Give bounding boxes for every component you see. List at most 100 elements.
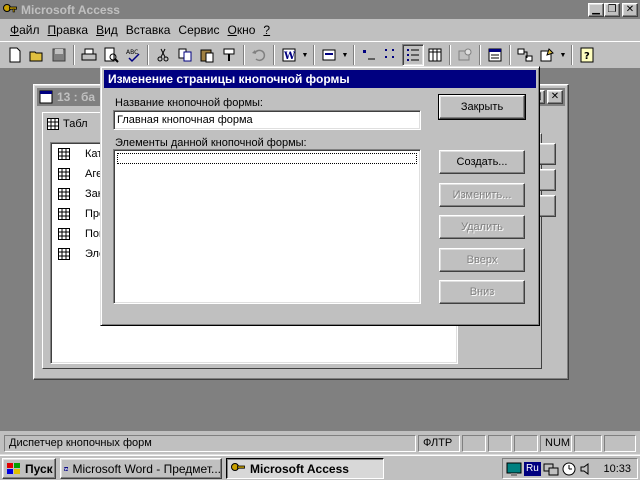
list-item[interactable]: Зак bbox=[58, 186, 103, 202]
table-icon bbox=[47, 117, 59, 130]
edit-button[interactable]: Изменить... bbox=[439, 183, 525, 207]
print-icon[interactable] bbox=[78, 44, 100, 66]
switchboard-name-input[interactable] bbox=[113, 110, 421, 130]
save-icon[interactable] bbox=[48, 44, 70, 66]
menu-insert[interactable]: Вставка bbox=[122, 23, 175, 37]
tray-volume-icon[interactable] bbox=[579, 461, 595, 477]
task-word[interactable]: W Microsoft Word - Предмет... bbox=[60, 458, 222, 479]
paste-icon[interactable] bbox=[196, 44, 218, 66]
status-bar: Диспетчер кнопочных форм ФЛТР NUM bbox=[0, 431, 640, 454]
table-icon bbox=[58, 168, 70, 180]
clock[interactable]: 10:33 bbox=[603, 463, 631, 475]
office-links-icon[interactable]: W bbox=[278, 44, 300, 66]
status-message: Диспетчер кнопочных форм bbox=[4, 435, 416, 452]
status-pane-empty-4 bbox=[574, 435, 602, 452]
svg-text:W: W bbox=[283, 51, 296, 62]
task-access[interactable]: Microsoft Access bbox=[226, 458, 384, 479]
menu-edit[interactable]: Правка bbox=[44, 23, 93, 37]
close-button[interactable]: Закрыть bbox=[438, 94, 526, 120]
svg-text:ABC: ABC bbox=[126, 49, 138, 56]
table-icon bbox=[58, 248, 70, 260]
delete-button[interactable]: Удалить bbox=[439, 215, 525, 239]
details-view-icon[interactable] bbox=[424, 44, 446, 66]
move-up-button[interactable]: Вверх bbox=[439, 248, 525, 272]
access-key-icon bbox=[3, 3, 17, 12]
task-access-label: Microsoft Access bbox=[250, 461, 349, 476]
tray-network-icon[interactable] bbox=[543, 461, 559, 477]
list-item[interactable]: Про bbox=[58, 206, 105, 222]
close-window-button[interactable]: ✕ bbox=[622, 2, 638, 17]
analyze-icon[interactable] bbox=[318, 44, 340, 66]
office-links-dropdown-icon[interactable]: ▼ bbox=[300, 44, 310, 66]
print-preview-icon[interactable] bbox=[100, 44, 122, 66]
list-item[interactable]: Кат bbox=[58, 146, 102, 162]
list-item[interactable]: Аге bbox=[58, 166, 102, 182]
word-icon: W bbox=[64, 466, 68, 471]
new-object-dropdown-icon[interactable]: ▼ bbox=[558, 44, 568, 66]
toolbar-separator bbox=[73, 45, 75, 65]
new-icon[interactable] bbox=[4, 44, 26, 66]
language-indicator[interactable]: Ru bbox=[524, 461, 541, 476]
access-key-icon bbox=[231, 462, 245, 471]
db-close-button[interactable]: ✕ bbox=[547, 90, 563, 104]
format-painter-icon[interactable] bbox=[218, 44, 240, 66]
toolbar-separator bbox=[571, 45, 573, 65]
toolbar-separator bbox=[147, 45, 149, 65]
status-num: NUM bbox=[540, 435, 572, 452]
large-icons-icon[interactable] bbox=[358, 44, 380, 66]
code-icon[interactable] bbox=[454, 44, 476, 66]
database-window-title: 13 : ба bbox=[57, 90, 96, 104]
tray-monitor-icon[interactable] bbox=[506, 461, 522, 477]
create-button[interactable]: Создать... bbox=[439, 150, 525, 174]
toolbar-separator bbox=[313, 45, 315, 65]
toolbar: ABC W ▼ ▼ ▼ ? bbox=[0, 41, 640, 69]
dialog-title: Изменение страницы кнопочной формы bbox=[108, 72, 350, 86]
toolbar-separator bbox=[243, 45, 245, 65]
menu-file[interactable]: Файл bbox=[6, 23, 44, 37]
table-icon bbox=[58, 208, 70, 220]
toolbar-separator bbox=[353, 45, 355, 65]
status-pane-empty-2 bbox=[488, 435, 512, 452]
help-icon[interactable]: ? bbox=[576, 44, 598, 66]
switchboard-name-label: Название кнопочной формы: bbox=[115, 97, 263, 109]
analyze-dropdown-icon[interactable]: ▼ bbox=[340, 44, 350, 66]
menu-help[interactable]: ? bbox=[259, 23, 274, 37]
new-object-icon[interactable] bbox=[536, 44, 558, 66]
status-pane-empty-5 bbox=[604, 435, 636, 452]
table-icon bbox=[58, 228, 70, 240]
toolbar-separator bbox=[449, 45, 451, 65]
start-button[interactable]: Пуск bbox=[2, 458, 56, 479]
menu-bar: Файл Правка Вид Вставка Сервис Окно ? bbox=[0, 19, 640, 41]
dialog-titlebar: Изменение страницы кнопочной формы bbox=[104, 70, 536, 88]
cut-icon[interactable] bbox=[152, 44, 174, 66]
task-word-label: Microsoft Word - Предмет... bbox=[72, 461, 221, 476]
minimize-button[interactable]: ▁ bbox=[588, 2, 604, 17]
menu-view[interactable]: Вид bbox=[92, 23, 122, 37]
tab-tables-label: Табл bbox=[63, 117, 88, 130]
database-icon bbox=[39, 90, 53, 104]
windows-logo-icon bbox=[7, 462, 20, 474]
list-view-icon[interactable] bbox=[402, 44, 424, 66]
open-icon[interactable] bbox=[26, 44, 48, 66]
list-item[interactable]: Эле bbox=[58, 246, 105, 262]
menu-tools[interactable]: Сервис bbox=[174, 23, 223, 37]
properties-icon[interactable] bbox=[484, 44, 506, 66]
status-pane-empty-3 bbox=[514, 435, 538, 452]
menu-window[interactable]: Окно bbox=[224, 23, 260, 37]
undo-icon[interactable] bbox=[248, 44, 270, 66]
toolbar-separator bbox=[479, 45, 481, 65]
list-item[interactable]: Пок bbox=[58, 226, 104, 242]
table-icon bbox=[58, 188, 70, 200]
spelling-icon[interactable]: ABC bbox=[122, 44, 144, 66]
table-icon bbox=[58, 148, 70, 160]
restore-button[interactable]: ❐ bbox=[604, 2, 620, 17]
relationships-icon[interactable] bbox=[514, 44, 536, 66]
tray-clock-app-icon[interactable] bbox=[561, 461, 577, 477]
system-tray: Ru 10:33 bbox=[502, 458, 638, 479]
toolbar-separator bbox=[273, 45, 275, 65]
copy-icon[interactable] bbox=[174, 44, 196, 66]
switchboard-items-list[interactable] bbox=[113, 149, 421, 304]
svg-text:W: W bbox=[64, 467, 68, 471]
small-icons-icon[interactable] bbox=[380, 44, 402, 66]
move-down-button[interactable]: Вниз bbox=[439, 280, 525, 304]
